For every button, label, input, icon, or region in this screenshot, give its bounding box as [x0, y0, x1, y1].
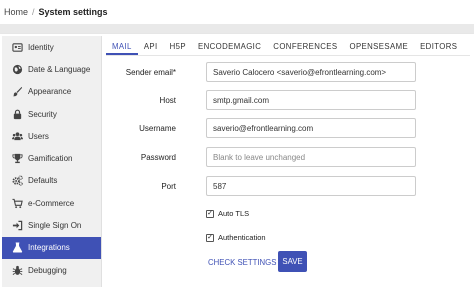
trophy-icon	[11, 153, 23, 165]
tab-bar: MAIL API H5P ENCODEMAGIC CONFERENCES OPE…	[106, 38, 470, 56]
sidebar-item-label: Security	[28, 109, 57, 119]
sidebar-item-label: Defaults	[28, 176, 58, 186]
username-row: Username saverio@efrontlearning.com	[106, 118, 416, 138]
username-field[interactable]: saverio@efrontlearning.com	[206, 118, 416, 138]
auto-tls-label: Auto TLS	[218, 209, 250, 218]
sender-email-label: Sender email*	[125, 67, 176, 77]
sidebar-item-label: Single Sign On	[28, 221, 82, 231]
tab-conferences[interactable]: CONFERENCES	[267, 42, 343, 55]
host-row: Host smtp.gmail.com	[106, 90, 416, 110]
sidebar-item-integrations[interactable]: Integrations	[2, 236, 101, 259]
sidebar-item-identity[interactable]: Identity	[2, 36, 101, 58]
password-label: Password	[140, 152, 176, 162]
users-icon	[11, 130, 23, 142]
port-row: Port 587	[106, 176, 416, 196]
paintbrush-icon	[11, 86, 23, 98]
globe-icon	[11, 63, 23, 75]
authentication-checkbox[interactable]: ✓ Authentication	[206, 233, 266, 242]
sidebar-item-label: e-Commerce	[28, 198, 75, 208]
tab-editors[interactable]: EDITORS	[414, 42, 463, 55]
sidebar-item-label: Date & Language	[28, 64, 91, 74]
host-label: Host	[159, 95, 176, 105]
sign-in-icon	[11, 220, 23, 232]
breadcrumb-separator: /	[32, 7, 35, 17]
sidebar-item-security[interactable]: Security	[2, 103, 101, 125]
host-field[interactable]: smtp.gmail.com	[206, 90, 416, 110]
sidebar-item-ecommerce[interactable]: e-Commerce	[2, 192, 101, 214]
port-field[interactable]: 587	[206, 176, 416, 196]
check-icon: ✓	[206, 209, 214, 218]
sender-email-row: Sender email* Saverio Calocero <saverio@…	[106, 62, 416, 82]
authentication-label: Authentication	[218, 233, 266, 242]
cart-icon	[11, 197, 23, 209]
breadcrumb: Home / System settings	[0, 0, 474, 24]
lock-icon	[11, 108, 23, 120]
password-field[interactable]: Blank to leave unchanged	[206, 147, 416, 167]
sidebar-item-gamification[interactable]: Gamification	[2, 147, 101, 169]
tab-h5p[interactable]: H5P	[164, 42, 192, 55]
auto-tls-checkbox[interactable]: ✓ Auto TLS	[206, 209, 249, 218]
sender-email-field[interactable]: Saverio Calocero <saverio@efrontlearning…	[206, 62, 416, 82]
save-button[interactable]: SAVE	[278, 251, 307, 272]
sidebar-item-defaults[interactable]: Defaults	[2, 170, 101, 192]
breadcrumb-current: System settings	[38, 7, 108, 17]
tab-opensesame[interactable]: OPENSESAME	[343, 42, 414, 55]
password-row: Password Blank to leave unchanged	[106, 147, 416, 167]
sidebar-item-label: Appearance	[28, 87, 72, 97]
sidebar-item-label: Debugging	[28, 265, 67, 275]
sidebar-item-debugging[interactable]: Debugging	[2, 259, 101, 281]
id-card-icon	[11, 41, 23, 53]
sidebar-item-label: Identity	[28, 42, 54, 52]
sidebar-item-label: Users	[28, 131, 49, 141]
check-settings-button[interactable]: CHECK SETTINGS	[208, 253, 276, 271]
sidebar-item-label: Gamification	[28, 154, 73, 164]
tab-api[interactable]: API	[138, 42, 164, 55]
gears-icon	[11, 175, 23, 187]
sidebar-item-date-language[interactable]: Date & Language	[2, 58, 101, 80]
tab-encodemagic[interactable]: ENCODEMAGIC	[192, 42, 267, 55]
bug-icon	[11, 264, 23, 276]
sidebar: Identity Date & Language Appearance Secu…	[2, 36, 102, 287]
tab-mail[interactable]: MAIL	[106, 42, 138, 55]
sidebar-item-appearance[interactable]: Appearance	[2, 81, 101, 103]
breadcrumb-home-link[interactable]: Home	[4, 7, 28, 17]
check-icon: ✓	[206, 233, 214, 242]
sidebar-item-users[interactable]: Users	[2, 125, 101, 147]
username-label: Username	[139, 123, 176, 133]
sidebar-item-label: Integrations	[28, 243, 70, 253]
sidebar-item-single-sign-on[interactable]: Single Sign On	[2, 214, 101, 236]
port-label: Port	[161, 181, 176, 191]
flask-icon	[11, 242, 23, 254]
